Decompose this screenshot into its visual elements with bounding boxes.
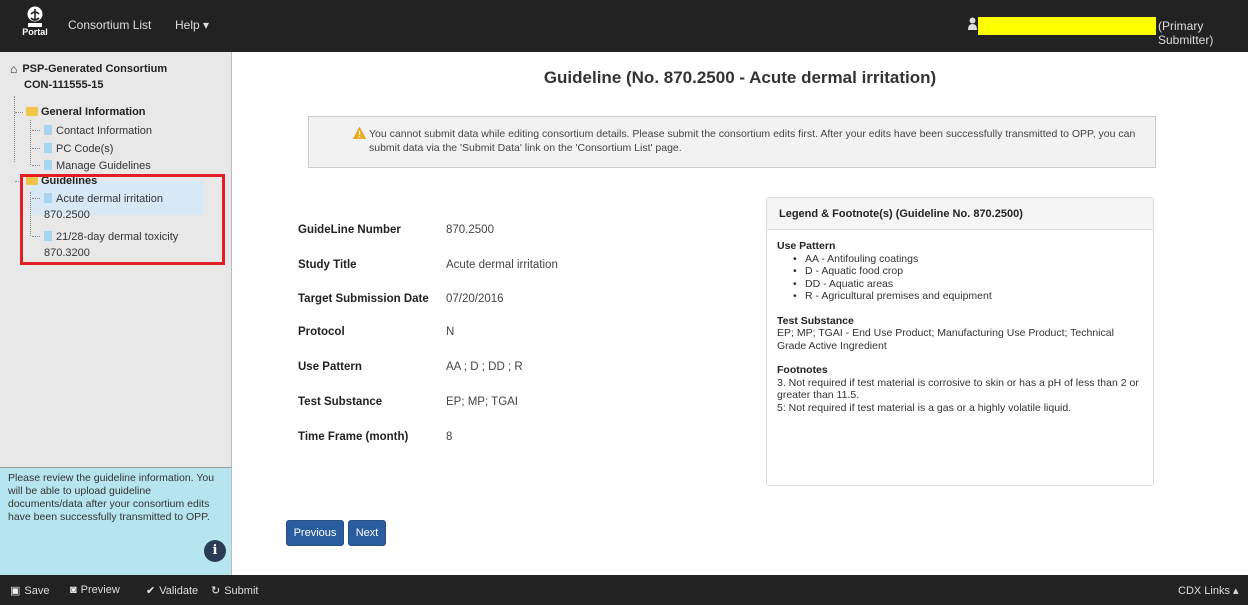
consortium-id: CON-111555-15 [24, 79, 104, 91]
warning-alert: You cannot submit data while editing con… [308, 116, 1156, 168]
legend-header: Legend & Footnote(s) (Guideline No. 870.… [767, 198, 1153, 230]
footnote: 3. Not required if test material is corr… [777, 376, 1139, 402]
validate-button[interactable]: ✔ Validate [146, 584, 198, 597]
page-title: Guideline (No. 870.2500 - Acute dermal i… [543, 68, 937, 87]
field-label: Use Pattern [298, 361, 362, 373]
checkmark-icon: ✔ [146, 585, 156, 597]
user-name-redacted[interactable] [978, 17, 1156, 35]
field-label: Protocol [298, 326, 345, 338]
info-icon[interactable]: i [204, 540, 226, 562]
user-role: (Primary Submitter) [1158, 19, 1214, 47]
legend-footnotes-panel: Legend & Footnote(s) (Guideline No. 870.… [766, 197, 1154, 486]
home-icon: ⌂ [10, 62, 18, 76]
portal-logo-icon [27, 6, 43, 27]
legend-text: EP; MP; TGAI - End Use Product; Manufact… [777, 327, 1114, 352]
submit-button[interactable]: ↻ Submit [211, 584, 258, 597]
document-icon [44, 160, 52, 170]
field-value: N [446, 326, 455, 338]
list-item: AA - Antifouling coatings [793, 253, 1153, 266]
legend-footnotes: Footnotes 3. Not required if test materi… [777, 364, 1153, 414]
warning-text: You cannot submit data while editing con… [369, 128, 1136, 154]
list-item: R - Agricultural premises and equipment [793, 290, 1153, 303]
list-item: DD - Aquatic areas [793, 278, 1153, 291]
sidebar-tree-panel: ⌂ PSP-Generated Consortium CON-111555-15… [0, 52, 232, 467]
cdx-links-dropdown[interactable]: CDX Links ▴ [1178, 584, 1239, 597]
help-text-panel: Please review the guideline information.… [0, 467, 232, 575]
camera-icon: ◙ [70, 584, 77, 596]
next-button[interactable]: Next [348, 520, 386, 546]
field-label: GuideLine Number [298, 224, 401, 236]
nav-help-dropdown[interactable]: Help ▾ [175, 18, 209, 32]
portal-logo-text: Portal [22, 27, 48, 37]
legend-section-title: Footnotes [777, 364, 828, 376]
legend-use-pattern: Use Pattern AA - Antifouling coatings D … [777, 240, 1153, 303]
field-value: 8 [446, 431, 453, 443]
top-navbar: Portal Consortium List Help ▾ (Primary S… [0, 0, 1248, 52]
field-value: Acute dermal irritation [446, 259, 558, 271]
legend-section-title: Use Pattern [777, 240, 836, 252]
field-label: Test Substance [298, 396, 383, 408]
field-value: 870.2500 [446, 224, 494, 236]
submit-icon: ↻ [211, 585, 221, 597]
field-value: EP; MP; TGAI [446, 396, 518, 408]
previous-button[interactable]: Previous [286, 520, 344, 546]
help-text: Please review the guideline information.… [8, 472, 215, 523]
field-label: Time Frame (month) [298, 431, 409, 443]
tree-item-contact-information[interactable]: Contact Information [44, 124, 152, 137]
portal-logo[interactable]: Portal [20, 6, 50, 46]
user-icon [968, 17, 977, 30]
field-value: 07/20/2016 [446, 293, 504, 305]
save-button[interactable]: ▣ Save [10, 584, 49, 597]
folder-icon [26, 107, 38, 116]
tree-item-manage-guidelines[interactable]: Manage Guidelines [44, 159, 151, 172]
legend-body: Use Pattern AA - Antifouling coatings D … [767, 230, 1153, 414]
highlight-box [20, 174, 225, 265]
nav-consortium-list[interactable]: Consortium List [68, 18, 151, 32]
use-pattern-list: AA - Antifouling coatings D - Aquatic fo… [793, 253, 1153, 303]
tree-root-consortium[interactable]: ⌂ PSP-Generated Consortium [10, 62, 167, 76]
warning-icon [353, 127, 366, 139]
preview-button[interactable]: ◙ Preview [70, 584, 120, 596]
document-icon [44, 125, 52, 135]
legend-test-substance: Test Substance EP; MP; TGAI - End Use Pr… [777, 315, 1153, 353]
save-icon: ▣ [10, 585, 21, 597]
legend-section-title: Test Substance [777, 314, 854, 327]
bottom-toolbar: ▣ Save ◙ Preview ✔ Validate ↻ Submit CDX Lin… [0, 575, 1248, 605]
field-label: Study Title [298, 259, 357, 271]
document-icon [44, 143, 52, 153]
list-item: D - Aquatic food crop [793, 265, 1153, 278]
consortium-name: PSP-Generated Consortium [22, 62, 168, 75]
field-value: AA ; D ; DD ; R [446, 361, 523, 373]
tree-node-general-information[interactable]: General Information [26, 106, 146, 118]
footnote: 5: Not required if test material is a ga… [777, 401, 1072, 414]
tree-item-pc-codes[interactable]: PC Code(s) [44, 142, 113, 155]
field-label: Target Submission Date [298, 293, 429, 305]
